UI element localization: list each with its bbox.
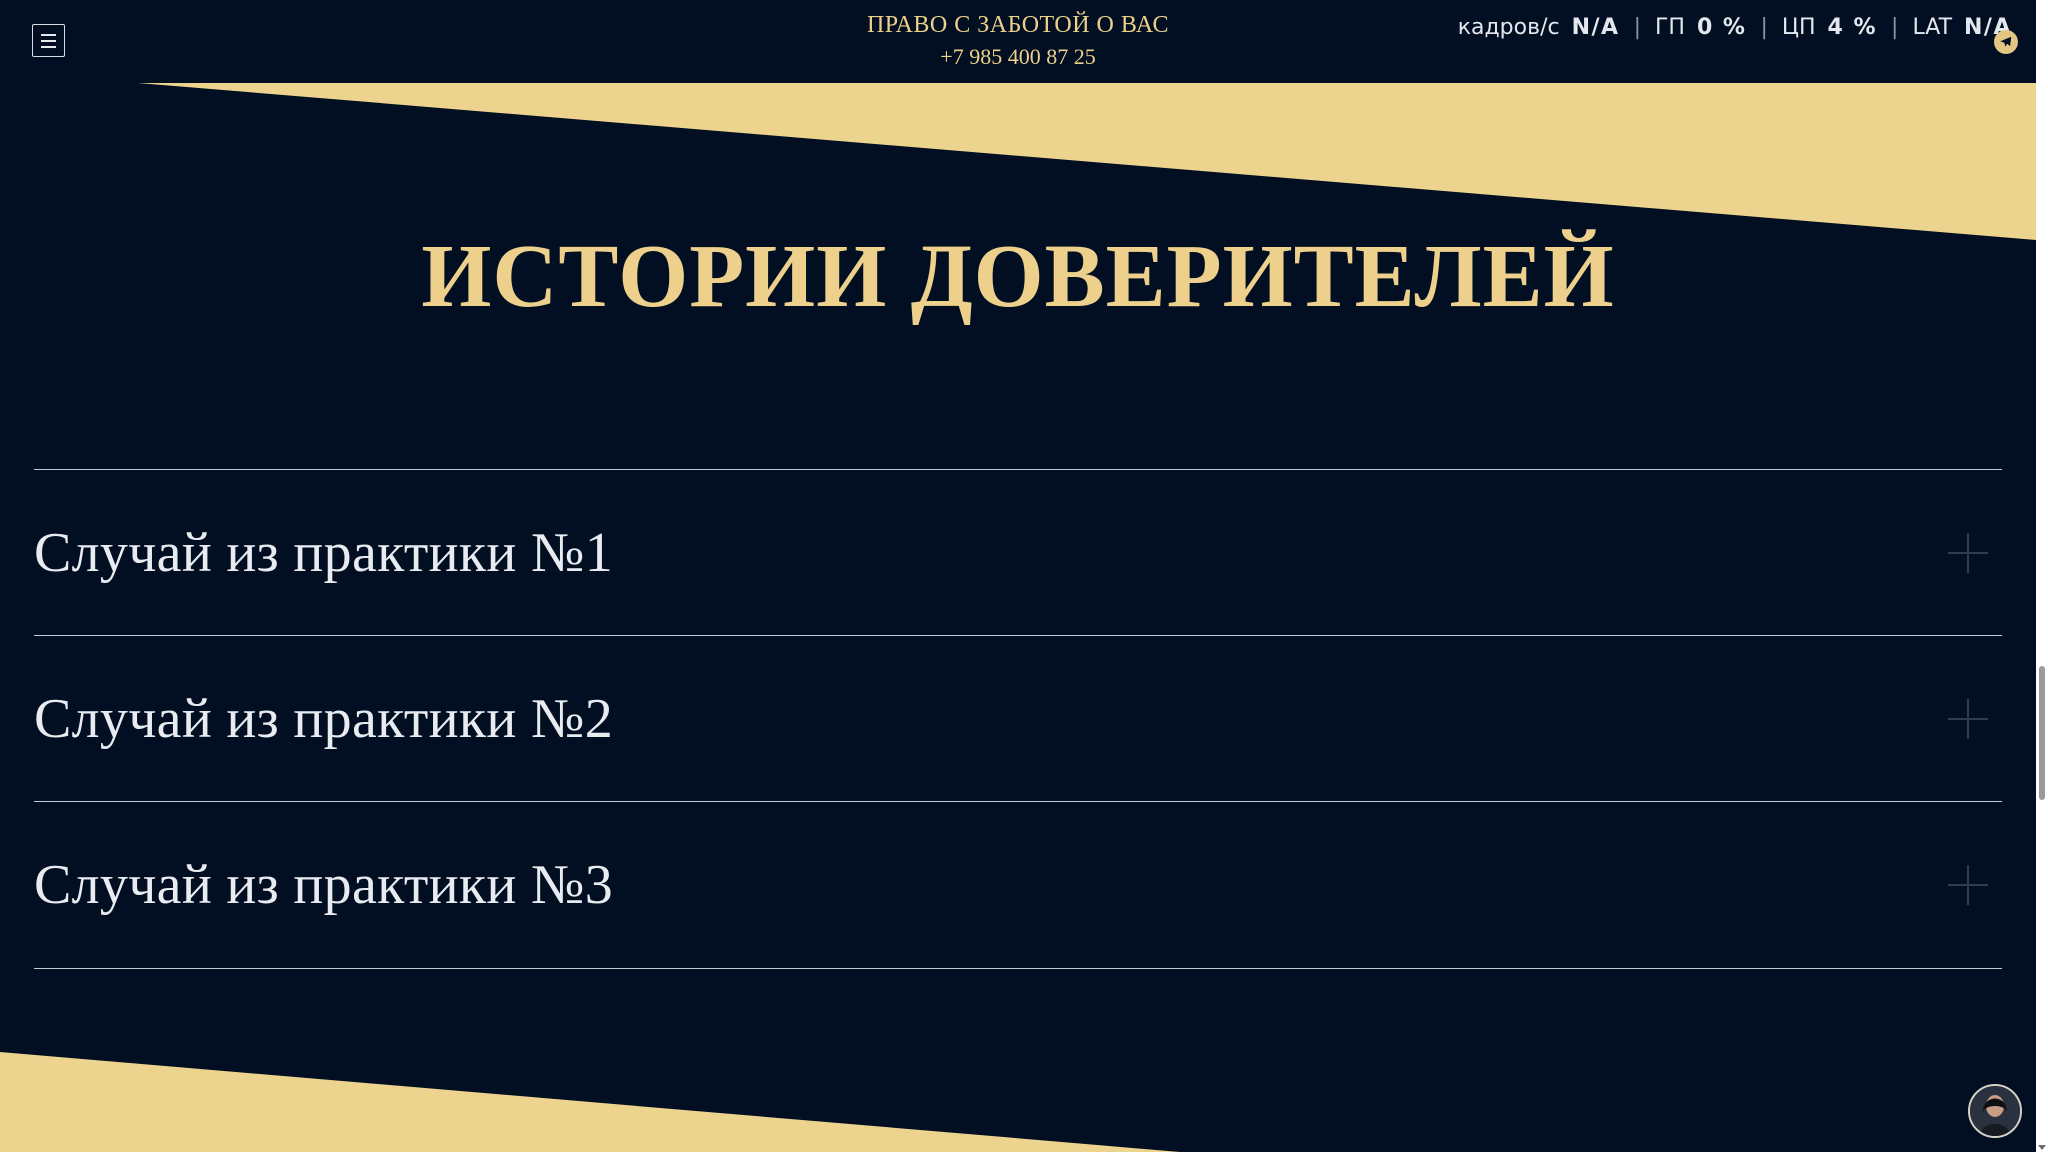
divider: | bbox=[1760, 14, 1768, 40]
chat-avatar[interactable] bbox=[1968, 1084, 2022, 1138]
accordion-item[interactable]: Случай из практики №3 bbox=[34, 801, 2002, 969]
divider: | bbox=[1891, 14, 1899, 40]
scrollbar[interactable] bbox=[2036, 0, 2048, 1152]
accordion-item-title: Случай из практики №2 bbox=[34, 687, 614, 750]
accordion-item[interactable]: Случай из практики №2 bbox=[34, 635, 2002, 801]
plus-icon[interactable] bbox=[1948, 865, 1988, 905]
gpu-value: 0 % bbox=[1696, 14, 1747, 40]
top-gold-band bbox=[138, 83, 2036, 240]
plus-icon[interactable] bbox=[1948, 698, 1988, 739]
cases-accordion: Случай из практики №1 Случай из практики… bbox=[34, 469, 2002, 969]
performance-overlay: кадров/с N/A | ГП 0 % | ЦП 4 % | LAT N/A bbox=[1458, 12, 2012, 42]
divider: | bbox=[1633, 14, 1641, 40]
phone-number[interactable]: +7 985 400 87 25 bbox=[0, 44, 2036, 70]
cpu-value: 4 % bbox=[1827, 14, 1878, 40]
section-heading: ИСТОРИИ ДОВЕРИТЕЛЕЙ bbox=[421, 227, 1615, 326]
scrollbar-thumb[interactable] bbox=[2039, 666, 2045, 800]
accordion-item[interactable]: Случай из практики №1 bbox=[34, 469, 2002, 635]
fps-label: кадров/с bbox=[1457, 14, 1560, 40]
lat-label: LAT bbox=[1912, 14, 1953, 40]
bottom-gold-band bbox=[0, 1052, 1180, 1152]
gpu-label: ГП bbox=[1655, 14, 1685, 40]
fps-value: N/A bbox=[1571, 14, 1620, 40]
scroll-down-arrow-icon[interactable] bbox=[2038, 1145, 2046, 1150]
plus-icon[interactable] bbox=[1948, 532, 1988, 573]
accordion-item-title: Случай из практики №1 bbox=[34, 521, 614, 584]
cpu-label: ЦП bbox=[1781, 14, 1816, 40]
site-header: ПРАВО С ЗАБОТОЙ О ВАС +7 985 400 87 25 к… bbox=[0, 0, 2036, 83]
accordion-item-title: Случай из практики №3 bbox=[34, 854, 614, 916]
telegram-icon[interactable] bbox=[1994, 30, 2018, 54]
